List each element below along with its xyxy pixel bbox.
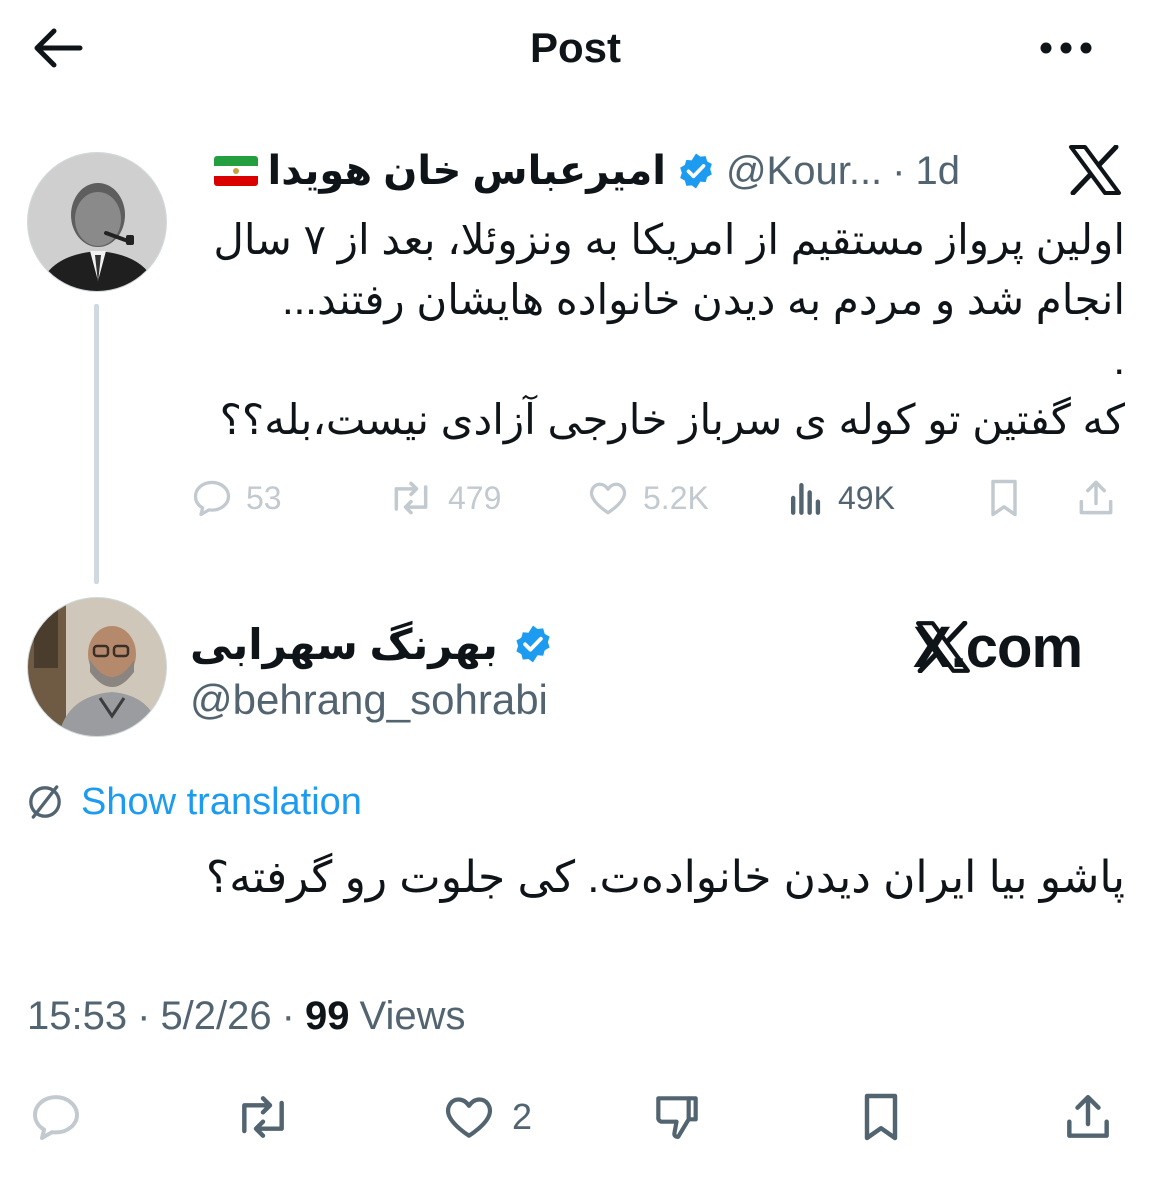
translate-icon bbox=[29, 785, 61, 819]
share-icon bbox=[1067, 1094, 1109, 1138]
show-translation-label: Show translation bbox=[81, 780, 362, 823]
reply-repost-button[interactable] bbox=[232, 1085, 294, 1149]
reply-time[interactable]: 15:53 bbox=[27, 994, 127, 1039]
parent-like-count: 5.2K bbox=[643, 479, 709, 516]
reply-views-count: 99 bbox=[304, 993, 350, 1038]
parent-tweet-text: اولین پرواز مستقیم از امریکا به ونزوئلا،… bbox=[190, 210, 1125, 450]
bookmark-icon bbox=[991, 479, 1017, 517]
reply-text: پاشو بیا ایران دیدن خانواده‌ت. کی جلوت ر… bbox=[205, 853, 1125, 902]
more-button[interactable] bbox=[1032, 26, 1100, 70]
parent-tweet-header: امیرعباس خان هویدا @Kour... · 1d bbox=[190, 140, 960, 202]
parent-like-button[interactable]: 5.2K bbox=[585, 470, 709, 526]
xcom-label: X.com bbox=[913, 614, 1083, 680]
reply-actions: 2 bbox=[0, 1085, 1151, 1149]
reply-author-handle[interactable]: @behrang_sohrabi bbox=[190, 672, 548, 728]
parent-views-button[interactable]: 49K bbox=[786, 470, 895, 526]
reply-reply-button[interactable] bbox=[28, 1085, 84, 1149]
reply-meta: 15:53 · 5/2/26 · 99 Views bbox=[27, 993, 466, 1039]
reply-views-label: Views bbox=[359, 993, 466, 1038]
dislike-icon bbox=[656, 1096, 698, 1139]
parent-reply-count: 53 bbox=[246, 479, 282, 516]
reply-like-button[interactable]: 2 bbox=[440, 1085, 532, 1149]
reply-author-row: بهرنگ سهرابی bbox=[190, 612, 554, 676]
repost-icon bbox=[242, 1096, 284, 1138]
parent-repost-count: 479 bbox=[448, 479, 502, 516]
reply-share-button[interactable] bbox=[1060, 1085, 1116, 1149]
verified-icon bbox=[680, 153, 712, 189]
x-logo-icon bbox=[1068, 144, 1122, 196]
views-icon bbox=[790, 482, 821, 515]
parent-author-name[interactable]: امیرعباس خان هویدا bbox=[268, 148, 666, 194]
show-translation-button[interactable]: Show translation bbox=[25, 776, 362, 828]
share-icon bbox=[1079, 480, 1113, 515]
reply-icon bbox=[33, 1095, 79, 1140]
xcom-watermark: X.com bbox=[913, 612, 1083, 682]
parent-tweet-time[interactable]: 1d bbox=[916, 149, 961, 194]
reply-bookmark-button[interactable] bbox=[856, 1085, 906, 1149]
verified-icon bbox=[516, 625, 550, 663]
parent-share-button[interactable] bbox=[1074, 470, 1118, 526]
parent-tweet-line: انجام شد و مردم به دیدن خانواده هایشان ر… bbox=[281, 276, 1125, 323]
parent-tweet-actions: 53 479 5.2K 49K bbox=[190, 470, 1125, 526]
reply-author-avatar[interactable] bbox=[27, 597, 167, 737]
reply-author-name[interactable]: بهرنگ سهرابی bbox=[190, 620, 498, 669]
like-icon bbox=[445, 1097, 493, 1138]
bookmark-icon bbox=[864, 1093, 898, 1141]
like-icon bbox=[589, 482, 627, 515]
reply-dislike-button[interactable] bbox=[648, 1085, 706, 1149]
reply-icon bbox=[193, 480, 231, 517]
parent-repost-button[interactable]: 479 bbox=[386, 470, 501, 526]
thread-line bbox=[94, 304, 99, 584]
repost-icon bbox=[394, 481, 428, 515]
parent-view-count: 49K bbox=[838, 479, 895, 516]
reply-date[interactable]: 5/2/26 bbox=[160, 994, 271, 1039]
parent-tweet-line: اولین پرواز مستقیم از امریکا به ونزوئلا،… bbox=[213, 216, 1125, 263]
parent-author-avatar[interactable] bbox=[27, 152, 167, 292]
page-title: Post bbox=[529, 24, 621, 71]
more-icon bbox=[1040, 42, 1092, 54]
parent-reply-button[interactable]: 53 bbox=[190, 470, 282, 526]
parent-author-handle[interactable]: @Kour... bbox=[726, 149, 882, 194]
parent-bookmark-button[interactable] bbox=[984, 470, 1024, 526]
reply-like-count: 2 bbox=[512, 1096, 533, 1137]
parent-tweet-line: . bbox=[1113, 336, 1125, 383]
iran-flag-icon bbox=[213, 156, 258, 186]
parent-tweet-line: که گفتین تو کوله ی سرباز خارجی آزادی نیس… bbox=[219, 396, 1125, 443]
